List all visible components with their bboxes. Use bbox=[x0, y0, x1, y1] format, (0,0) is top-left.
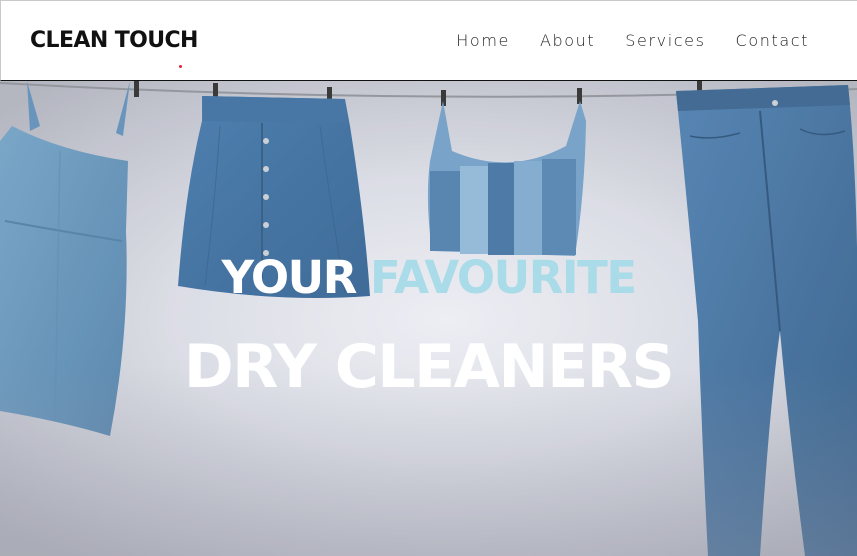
nav-services-link[interactable]: Services bbox=[625, 31, 705, 50]
site-header: CLEAN TOUCH Home About Services Contact bbox=[0, 0, 857, 81]
hero-word-your: YOUR bbox=[221, 251, 357, 304]
hero-headline-line2: DRY CLEANERS bbox=[183, 332, 675, 402]
hero-vignette bbox=[0, 81, 857, 556]
main-nav: Home About Services Contact bbox=[426, 31, 809, 50]
hero-word-favourite: FAVOURITE bbox=[370, 251, 637, 304]
brand-logo[interactable]: CLEAN TOUCH bbox=[30, 28, 198, 53]
nav-about-link[interactable]: About bbox=[540, 31, 595, 50]
nav-contact-link[interactable]: Contact bbox=[736, 31, 809, 50]
hero-headline-line1: YOUR FAVOURITE bbox=[0, 253, 857, 303]
hero-banner: YOUR FAVOURITE DRY CLEANERS bbox=[0, 81, 857, 556]
brand-accent-dot bbox=[179, 65, 182, 68]
nav-home-link[interactable]: Home bbox=[456, 31, 510, 50]
